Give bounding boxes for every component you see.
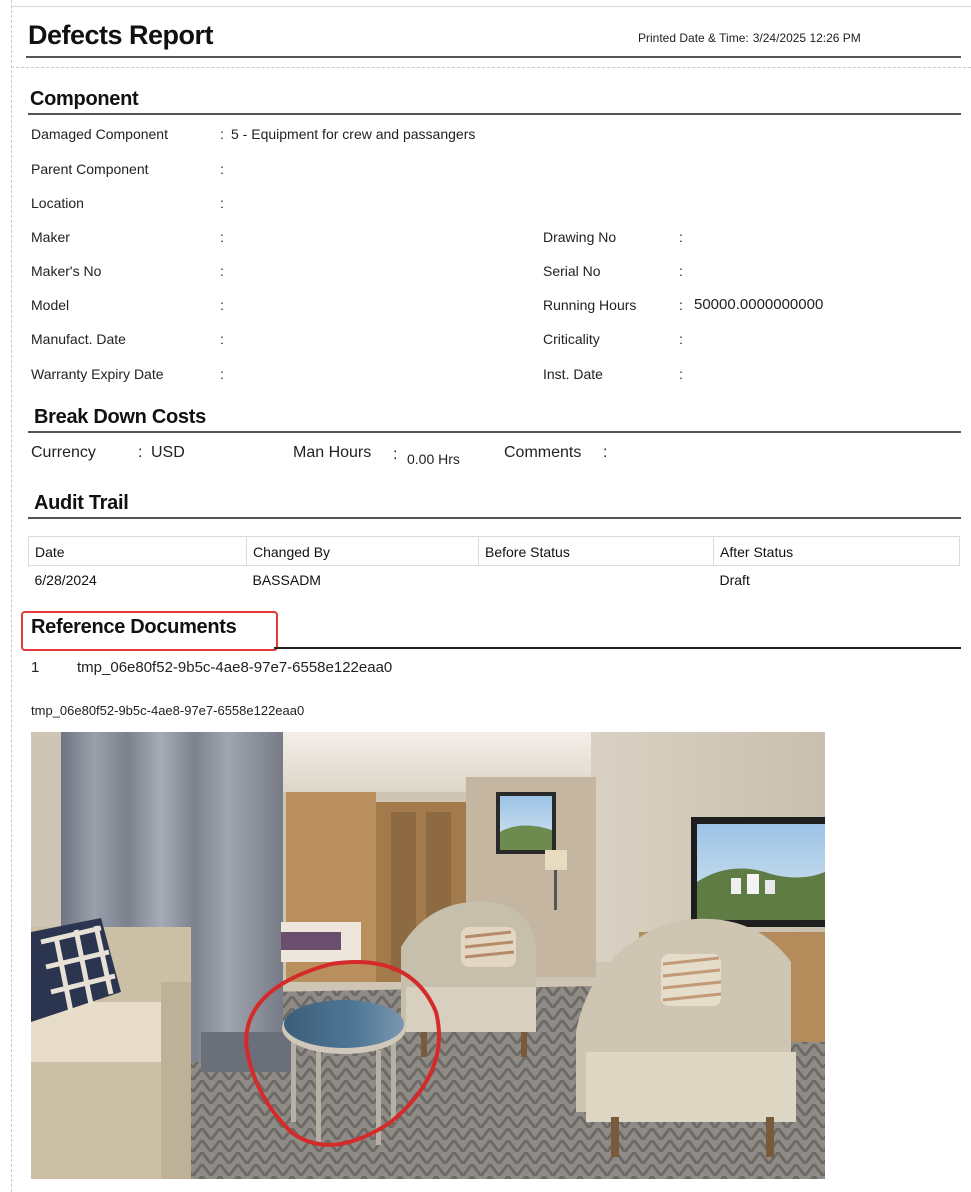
field-value-running-hours: 50000.0000000000 (694, 296, 824, 313)
breakdown-divider (28, 431, 961, 433)
page-margin-guide-top (11, 67, 971, 68)
reference-item-name[interactable]: tmp_06e80f52-9b5c-4ae8-97e7-6558e122eaa0 (77, 659, 392, 676)
field-label-running-hours: Running Hours (543, 297, 637, 313)
manhours-value: 0.00 Hrs (407, 451, 460, 467)
report-page: Defects Report Printed Date & Time: 3/24/… (0, 0, 971, 1192)
reference-item-index: 1 (31, 659, 40, 676)
table-header-row: Date Changed By Before Status After Stat… (28, 536, 960, 566)
report-title: Defects Report (28, 20, 214, 50)
field-colon: : (220, 126, 224, 142)
reference-documents-heading: Reference Documents (31, 616, 237, 638)
cell-date: 6/28/2024 (28, 565, 247, 594)
audit-trail-table: Date Changed By Before Status After Stat… (28, 536, 960, 594)
page-margin-guide-left (11, 0, 12, 1192)
field-colon: : (220, 229, 224, 245)
field-label-drawing-no: Drawing No (543, 229, 617, 245)
component-divider (28, 113, 961, 115)
currency-value: USD (151, 444, 185, 461)
cell-before-status (478, 565, 714, 594)
field-label-damaged-component: Damaged Component (31, 126, 168, 142)
column-header-after-status: After Status (713, 536, 960, 566)
field-colon: : (679, 229, 683, 245)
field-colon: : (220, 297, 224, 313)
field-colon: : (679, 263, 683, 279)
printed-datetime-label: Printed Date & Time: (638, 31, 749, 45)
breakdown-costs-heading: Break Down Costs (34, 406, 206, 428)
field-colon: : (220, 195, 224, 211)
reference-divider (274, 647, 961, 649)
cell-after-status: Draft (713, 565, 960, 594)
field-colon: : (603, 444, 608, 461)
field-colon: : (393, 446, 398, 463)
field-colon: : (679, 297, 683, 313)
field-colon: : (679, 331, 683, 347)
cell-changed-by: BASSADM (246, 565, 479, 594)
field-label-parent-component: Parent Component (31, 161, 149, 177)
audit-divider (28, 517, 961, 519)
manhours-label: Man Hours (293, 444, 372, 461)
title-divider (26, 56, 961, 58)
reference-image-caption: tmp_06e80f52-9b5c-4ae8-97e7-6558e122eaa0 (31, 703, 305, 718)
field-colon: : (220, 331, 224, 347)
field-value-damaged-component: 5 - Equipment for crew and passangers (231, 126, 476, 142)
field-label-criticality: Criticality (543, 331, 600, 347)
printed-datetime-value: 3/24/2025 12:26 PM (752, 31, 861, 45)
reference-photo-cabin-interior (31, 732, 825, 1179)
table-row: 6/28/2024 BASSADM Draft (28, 565, 960, 594)
field-colon: : (220, 263, 224, 279)
field-label-manufact-date: Manufact. Date (31, 331, 126, 347)
field-colon: : (220, 366, 224, 382)
field-colon: : (138, 444, 143, 461)
column-header-before-status: Before Status (478, 536, 714, 566)
column-header-changed-by: Changed By (246, 536, 479, 566)
currency-label: Currency (31, 444, 96, 461)
field-label-serial-no: Serial No (543, 263, 601, 279)
comments-label: Comments (504, 444, 582, 461)
field-label-model: Model (31, 297, 70, 313)
field-label-inst-date: Inst. Date (543, 366, 603, 382)
field-label-maker: Maker (31, 229, 70, 245)
field-colon: : (679, 366, 683, 382)
field-colon: : (220, 161, 224, 177)
field-label-warranty-expiry-date: Warranty Expiry Date (31, 366, 164, 382)
field-label-location: Location (31, 195, 84, 211)
printed-datetime: Printed Date & Time: 3/24/2025 12:26 PM (638, 31, 861, 45)
field-label-makers-no: Maker's No (31, 263, 102, 279)
page-top-border (11, 6, 971, 7)
column-header-date: Date (28, 536, 247, 566)
audit-trail-heading: Audit Trail (34, 492, 129, 514)
component-heading: Component (30, 88, 139, 110)
